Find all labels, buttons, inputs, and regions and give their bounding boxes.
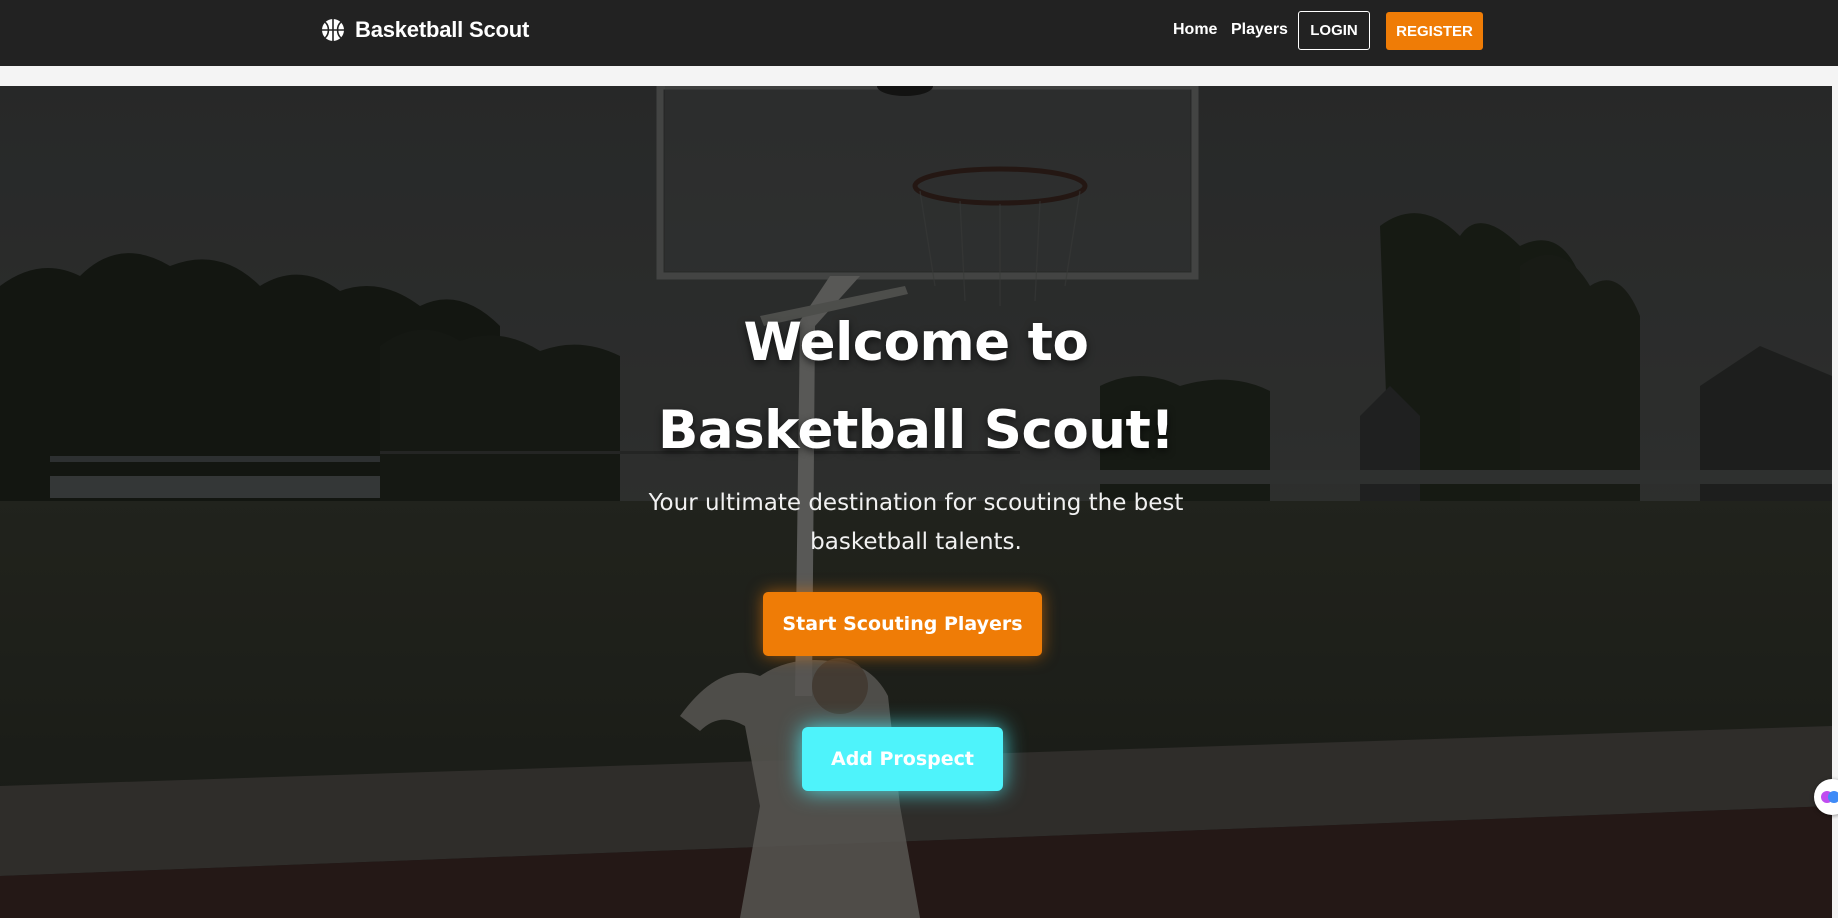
brand-name: Basketball Scout (355, 17, 530, 42)
hero-subtitle-line2: basketball talents. (810, 529, 1022, 555)
start-scouting-button[interactable]: Start Scouting Players (763, 592, 1042, 656)
nav-link-home[interactable]: Home (1173, 20, 1217, 40)
hero-subtitle-line1: Your ultimate destination for scouting t… (648, 490, 1184, 516)
register-button[interactable]: REGISTER (1386, 12, 1483, 50)
brand-link[interactable]: Basketball Scout (321, 17, 529, 43)
top-navbar: Basketball Scout Home Players LOGIN REGI… (0, 0, 1841, 66)
hero-content: Welcome to Basketball Scout! Your ultima… (0, 86, 1832, 918)
hero-title-line1: Welcome to (743, 312, 1089, 373)
hero-section: Welcome to Basketball Scout! Your ultima… (0, 86, 1832, 918)
nav-link-players[interactable]: Players (1231, 20, 1288, 40)
hero-title-line2: Basketball Scout! (657, 400, 1175, 461)
add-prospect-button[interactable]: Add Prospect (802, 727, 1003, 791)
login-button[interactable]: LOGIN (1298, 11, 1370, 50)
basketball-icon (322, 19, 344, 41)
